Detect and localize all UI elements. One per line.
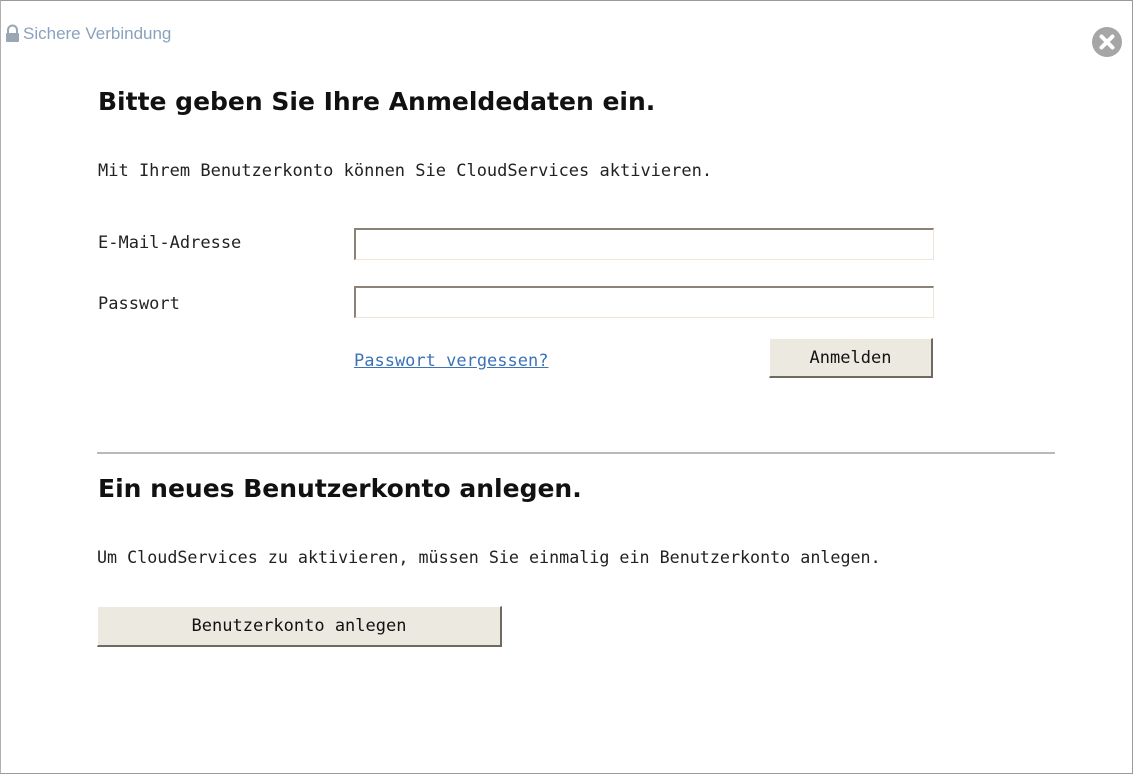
login-heading: Bitte geben Sie Ihre Anmeldedaten ein. (98, 87, 656, 116)
register-heading: Ein neues Benutzerkonto anlegen. (98, 474, 582, 503)
password-label: Passwort (98, 294, 180, 314)
close-icon (1092, 27, 1122, 57)
secure-connection-indicator: Sichere Verbindung (4, 23, 171, 45)
password-field[interactable] (354, 286, 934, 318)
close-button[interactable] (1091, 26, 1123, 58)
login-button[interactable]: Anmelden (769, 338, 933, 378)
login-dialog: Sichere Verbindung Bitte geben Sie Ihre … (0, 0, 1133, 774)
forgot-password-link[interactable]: Passwort vergessen? (354, 351, 548, 371)
secure-connection-label: Sichere Verbindung (23, 24, 172, 43)
email-field[interactable] (354, 228, 934, 260)
create-account-button[interactable]: Benutzerkonto anlegen (97, 606, 502, 647)
section-divider (97, 452, 1055, 454)
email-label: E-Mail-Adresse (98, 233, 242, 253)
login-intro-text: Mit Ihrem Benutzerkonto können Sie Cloud… (98, 161, 713, 181)
register-intro-text: Um CloudServices zu aktivieren, müssen S… (97, 547, 881, 567)
lock-icon (4, 24, 21, 44)
